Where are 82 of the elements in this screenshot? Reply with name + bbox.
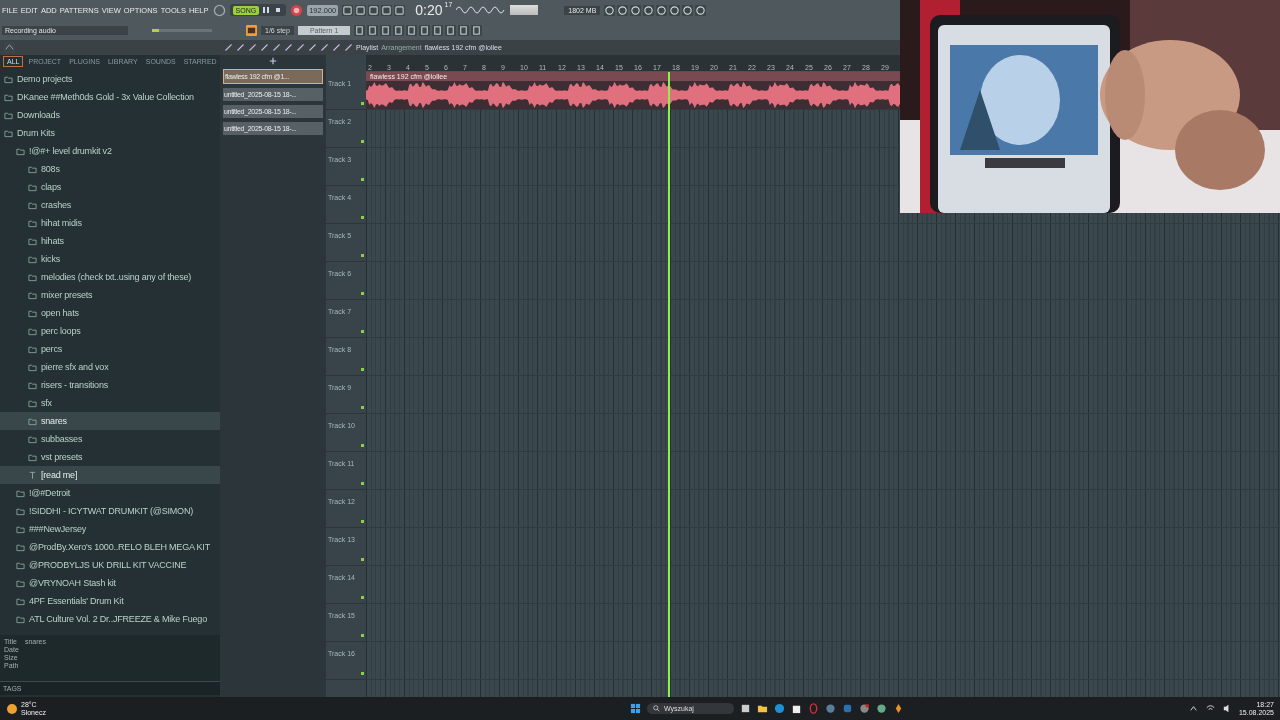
- tree-item[interactable]: !SIDDHI - ICYTWAT DRUMKIT (@SIMON): [0, 502, 220, 520]
- toolbar-icon[interactable]: [381, 4, 393, 16]
- oscilloscope-drawing: [456, 4, 507, 16]
- tree-item[interactable]: ATL Culture Vol. 2 Dr..JFREEZE & Mike Fuego: [0, 610, 220, 628]
- tree-item[interactable]: melodies (check txt..using any of these): [0, 268, 220, 286]
- track-led[interactable]: [361, 634, 364, 637]
- pause-icon[interactable]: [261, 5, 272, 15]
- tree-item[interactable]: DKanee ##Meth0ds Gold - 3x Value Collection: [0, 88, 220, 106]
- tree-item[interactable]: !@#Detroit: [0, 484, 220, 502]
- tree-item[interactable]: @PRODBYLJS UK DRILL KIT VACCINE: [0, 556, 220, 574]
- app-icon[interactable]: [858, 703, 870, 714]
- tree-item[interactable]: kicks: [0, 250, 220, 268]
- tree-item[interactable]: percs: [0, 340, 220, 358]
- text-file-icon: [28, 470, 37, 480]
- search-icon: [653, 705, 660, 712]
- record-button[interactable]: [290, 3, 304, 17]
- track-led[interactable]: [361, 558, 364, 561]
- toolbar-icon[interactable]: [368, 4, 380, 16]
- toolbar-icon[interactable]: [393, 24, 405, 36]
- tree-item[interactable]: hihats: [0, 232, 220, 250]
- tree-item[interactable]: 808s: [0, 160, 220, 178]
- app-icon[interactable]: [841, 703, 853, 714]
- ring-icon[interactable]: [807, 703, 819, 714]
- toolbar-icon[interactable]: [432, 24, 444, 36]
- track-led[interactable]: [361, 672, 364, 675]
- tree-item[interactable]: vst presets: [0, 448, 220, 466]
- track-led[interactable]: [361, 216, 364, 219]
- tree-item[interactable]: @VRYNOAH Stash kit: [0, 574, 220, 592]
- app-icon[interactable]: [875, 703, 887, 714]
- time-display: 0:20: [415, 1, 443, 19]
- tree-item[interactable]: subbasses: [0, 430, 220, 448]
- playhead-line[interactable]: [667, 72, 670, 697]
- track-led[interactable]: [361, 444, 364, 447]
- toolbar-icon[interactable]: [367, 24, 379, 36]
- track-led[interactable]: [361, 178, 364, 181]
- track-led[interactable]: [361, 254, 364, 257]
- tree-item[interactable]: 4PF Essentials' Drum Kit: [0, 592, 220, 610]
- tree-item[interactable]: sfx: [0, 394, 220, 412]
- tree-item[interactable]: pierre sfx and vox: [0, 358, 220, 376]
- track-led[interactable]: [361, 596, 364, 599]
- tree-item[interactable]: @ProdBy.Xero's 1000..RELO BLEH MEGA KIT: [0, 538, 220, 556]
- toolbar-icon[interactable]: [406, 24, 418, 36]
- track-led[interactable]: [361, 102, 364, 105]
- windows-icon[interactable]: [630, 703, 641, 714]
- track-led[interactable]: [361, 406, 364, 409]
- browser-icon[interactable]: [773, 703, 785, 714]
- tree-item[interactable]: risers - transitions: [0, 376, 220, 394]
- toolbar-icon[interactable]: [380, 24, 392, 36]
- tree-item[interactable]: hihat midis: [0, 214, 220, 232]
- tree-item[interactable]: Drum Kits: [0, 124, 220, 142]
- track-led[interactable]: [361, 330, 364, 333]
- toolbar-icon[interactable]: [342, 4, 354, 16]
- track-led[interactable]: [361, 482, 364, 485]
- tree-item[interactable]: perc loops: [0, 322, 220, 340]
- toolbar-icon[interactable]: [458, 24, 470, 36]
- track-led[interactable]: [361, 368, 364, 371]
- add-icon[interactable]: [269, 57, 277, 65]
- store-icon[interactable]: [790, 703, 802, 714]
- tree-item[interactable]: [read me]: [0, 466, 220, 484]
- tree-item[interactable]: open hats: [0, 304, 220, 322]
- tree-item[interactable]: claps: [0, 178, 220, 196]
- toolbar-icon[interactable]: [355, 4, 367, 16]
- app-icon[interactable]: [824, 703, 836, 714]
- task-view-icon[interactable]: [739, 703, 751, 714]
- tree-item[interactable]: Downloads: [0, 106, 220, 124]
- track-led[interactable]: [361, 140, 364, 143]
- sun-icon: [6, 702, 18, 715]
- cpu-meter: [510, 5, 539, 15]
- toolbar-icon[interactable]: [354, 24, 366, 36]
- track-led[interactable]: [361, 292, 364, 295]
- track-led[interactable]: [361, 520, 364, 523]
- tree-item[interactable]: Demo projects: [0, 70, 220, 88]
- tree-item[interactable]: ###NewJersey: [0, 520, 220, 538]
- tree-item[interactable]: snares: [0, 412, 220, 430]
- tree-item[interactable]: crashes: [0, 196, 220, 214]
- toolbar-icon[interactable]: [394, 4, 406, 16]
- tree-item[interactable]: mixer presets: [0, 286, 220, 304]
- toolbar-icon[interactable]: [445, 24, 457, 36]
- toolbar-icon[interactable]: [471, 24, 483, 36]
- knob-icon[interactable]: [212, 3, 226, 17]
- tree-item[interactable]: !@#+ level drumkit v2: [0, 142, 220, 160]
- toolbar-icon[interactable]: [419, 24, 431, 36]
